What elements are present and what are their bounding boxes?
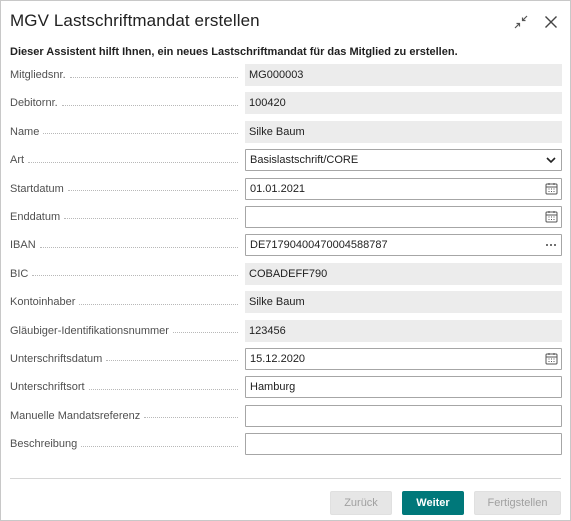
field-value: Hamburg bbox=[250, 381, 296, 394]
field-label: BIC bbox=[10, 262, 238, 286]
debitornr-field: 100420 bbox=[245, 92, 562, 115]
label-leader-dots bbox=[32, 275, 238, 277]
label-leader-dots bbox=[39, 246, 238, 248]
field-label-text: Startdatum bbox=[10, 182, 64, 195]
field-label: Unterschriftsdatum bbox=[10, 347, 238, 371]
field-label: Mitgliedsnr. bbox=[10, 63, 238, 87]
footer-actions: Zurück Weiter Fertigstellen bbox=[330, 491, 561, 515]
field-row-unterschriftsort: Unterschriftsort Hamburg bbox=[10, 375, 563, 403]
field-value: 123456 bbox=[249, 324, 286, 337]
calendar-icon[interactable] bbox=[541, 179, 561, 199]
field-row-mitgliedsnr: Mitgliedsnr. MG000003 bbox=[10, 63, 563, 91]
calendar-icon[interactable] bbox=[541, 349, 561, 369]
field-row-art: Art Basislastschrift/CORE bbox=[10, 148, 563, 176]
unterschriftsdatum-field[interactable]: 15.12.2020 bbox=[245, 347, 562, 370]
field-value: Silke Baum bbox=[249, 125, 305, 138]
field-row-unterschriftsdatum: Unterschriftsdatum 15.12.2020 bbox=[10, 347, 563, 375]
label-leader-dots bbox=[79, 303, 238, 305]
field-value: Basislastschrift/CORE bbox=[250, 154, 359, 167]
name-field: Silke Baum bbox=[245, 120, 562, 143]
field-label-text: Kontoinhaber bbox=[10, 296, 76, 309]
back-button[interactable]: Zurück bbox=[330, 491, 392, 515]
field-label: Art bbox=[10, 148, 238, 172]
field-value: 100420 bbox=[249, 97, 286, 110]
label-leader-dots bbox=[28, 161, 238, 163]
field-label: IBAN bbox=[10, 233, 238, 257]
label-leader-dots bbox=[172, 332, 238, 334]
startdatum-field[interactable]: 01.01.2021 bbox=[245, 177, 562, 200]
dialog: MGV Lastschriftmandat erstellen Dieser A… bbox=[0, 0, 571, 521]
field-row-enddatum: Enddatum bbox=[10, 205, 563, 233]
label-leader-dots bbox=[144, 417, 238, 419]
label-leader-dots bbox=[81, 445, 238, 447]
field-value: MG000003 bbox=[249, 69, 304, 81]
finish-button[interactable]: Fertigstellen bbox=[474, 491, 561, 515]
label-leader-dots bbox=[61, 104, 238, 106]
field-row-name: Name Silke Baum bbox=[10, 120, 563, 148]
label-leader-dots bbox=[69, 76, 238, 78]
field-label-text: Unterschriftsdatum bbox=[10, 352, 103, 365]
footer-divider bbox=[10, 478, 561, 479]
field-label-text: IBAN bbox=[10, 239, 36, 252]
field-label: Startdatum bbox=[10, 177, 238, 201]
field-label: Gläubiger-Identifikationsnummer bbox=[10, 319, 238, 343]
art-select[interactable]: Basislastschrift/CORE bbox=[245, 149, 562, 172]
field-label: Name bbox=[10, 120, 238, 144]
titlebar: MGV Lastschriftmandat erstellen bbox=[10, 11, 560, 35]
field-label-text: Gläubiger-Identifikationsnummer bbox=[10, 324, 169, 337]
gläubiger-identifikationsnummer-field: 123456 bbox=[245, 319, 562, 342]
field-label-text: Enddatum bbox=[10, 210, 61, 223]
field-label-text: Name bbox=[10, 125, 40, 138]
field-value: 01.01.2021 bbox=[250, 182, 306, 195]
field-label: Kontoinhaber bbox=[10, 290, 238, 314]
field-row-beschreibung: Beschreibung bbox=[10, 432, 563, 460]
field-row-manuelle-mandatsreferenz: Manuelle Mandatsreferenz bbox=[10, 404, 563, 432]
calendar-icon[interactable] bbox=[541, 207, 561, 227]
field-value: 15.12.2020 bbox=[250, 352, 306, 365]
next-button[interactable]: Weiter bbox=[402, 491, 464, 515]
field-label-text: Mitgliedsnr. bbox=[10, 69, 66, 81]
field-value: Silke Baum bbox=[249, 296, 305, 309]
field-row-startdatum: Startdatum 01.01.2021 bbox=[10, 177, 563, 205]
field-label: Manuelle Mandatsreferenz bbox=[10, 404, 238, 428]
label-leader-dots bbox=[64, 218, 238, 220]
field-row-kontoinhaber: Kontoinhaber Silke Baum bbox=[10, 290, 563, 318]
field-label-text: BIC bbox=[10, 267, 29, 280]
bic-field: COBADEFF790 bbox=[245, 262, 562, 285]
field-label: Debitornr. bbox=[10, 91, 238, 115]
manuelle-mandatsreferenz-field[interactable] bbox=[245, 404, 562, 427]
label-leader-dots bbox=[106, 360, 238, 362]
label-leader-dots bbox=[88, 388, 238, 390]
field-value: DE71790400470004588787 bbox=[250, 239, 388, 252]
title-actions bbox=[512, 13, 560, 31]
field-label-text: Art bbox=[10, 154, 25, 167]
iban-field[interactable]: DE71790400470004588787 bbox=[245, 234, 562, 257]
dialog-title: MGV Lastschriftmandat erstellen bbox=[10, 11, 260, 30]
unterschriftsort-field[interactable]: Hamburg bbox=[245, 376, 562, 399]
field-label-text: Debitornr. bbox=[10, 97, 58, 110]
field-value: COBADEFF790 bbox=[249, 267, 328, 280]
field-label: Unterschriftsort bbox=[10, 375, 238, 399]
mandate-form: Mitgliedsnr. MG000003 Debitornr. 100420 Name… bbox=[10, 63, 563, 460]
enddatum-field[interactable] bbox=[245, 205, 562, 228]
beschreibung-field[interactable] bbox=[245, 433, 562, 456]
close-icon[interactable] bbox=[542, 13, 560, 31]
chevron-down-icon[interactable] bbox=[541, 150, 561, 170]
field-label: Enddatum bbox=[10, 205, 238, 229]
field-row-bic: BIC COBADEFF790 bbox=[10, 262, 563, 290]
label-leader-dots bbox=[67, 190, 238, 192]
field-row-iban: IBAN DE71790400470004588787 bbox=[10, 233, 563, 261]
field-row-gläubiger-identifikationsnummer: Gläubiger-Identifikationsnummer 123456 bbox=[10, 319, 563, 347]
field-label-text: Manuelle Mandatsreferenz bbox=[10, 409, 141, 422]
label-leader-dots bbox=[43, 133, 238, 135]
ellipsis-icon[interactable] bbox=[541, 235, 561, 255]
field-row-debitornr: Debitornr. 100420 bbox=[10, 91, 563, 119]
field-label-text: Unterschriftsort bbox=[10, 381, 85, 394]
kontoinhaber-field: Silke Baum bbox=[245, 291, 562, 314]
mitgliedsnr-field: MG000003 bbox=[245, 64, 562, 86]
field-label: Beschreibung bbox=[10, 432, 238, 456]
field-label-text: Beschreibung bbox=[10, 438, 78, 451]
collapse-icon[interactable] bbox=[512, 13, 530, 31]
intro-text: Dieser Assistent hilft Ihnen, ein neues … bbox=[10, 46, 458, 58]
